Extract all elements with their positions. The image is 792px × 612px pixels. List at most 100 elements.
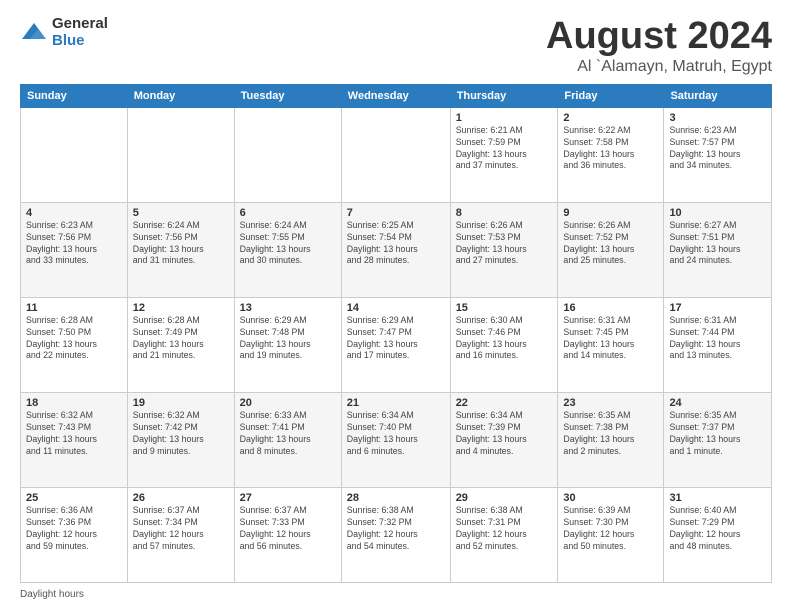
calendar-cell — [234, 107, 341, 202]
calendar-cell: 22Sunrise: 6:34 AMSunset: 7:39 PMDayligh… — [450, 392, 558, 487]
week-row-2: 4Sunrise: 6:23 AMSunset: 7:56 PMDaylight… — [21, 202, 772, 297]
day-number: 23 — [563, 397, 658, 409]
calendar-cell: 1Sunrise: 6:21 AMSunset: 7:59 PMDaylight… — [450, 107, 558, 202]
day-info: Sunrise: 6:37 AMSunset: 7:33 PMDaylight:… — [240, 505, 336, 553]
calendar-cell: 3Sunrise: 6:23 AMSunset: 7:57 PMDaylight… — [664, 107, 772, 202]
day-info: Sunrise: 6:37 AMSunset: 7:34 PMDaylight:… — [133, 505, 229, 553]
logo-text: General Blue — [52, 16, 108, 49]
calendar-cell: 4Sunrise: 6:23 AMSunset: 7:56 PMDaylight… — [21, 202, 128, 297]
calendar-cell: 9Sunrise: 6:26 AMSunset: 7:52 PMDaylight… — [558, 202, 664, 297]
day-info: Sunrise: 6:38 AMSunset: 7:32 PMDaylight:… — [347, 505, 445, 553]
logo-icon — [20, 19, 48, 47]
day-info: Sunrise: 6:24 AMSunset: 7:55 PMDaylight:… — [240, 220, 336, 268]
calendar-cell: 26Sunrise: 6:37 AMSunset: 7:34 PMDayligh… — [127, 487, 234, 582]
calendar-cell: 10Sunrise: 6:27 AMSunset: 7:51 PMDayligh… — [664, 202, 772, 297]
day-number: 29 — [456, 492, 553, 504]
day-info: Sunrise: 6:30 AMSunset: 7:46 PMDaylight:… — [456, 315, 553, 363]
day-info: Sunrise: 6:26 AMSunset: 7:53 PMDaylight:… — [456, 220, 553, 268]
day-info: Sunrise: 6:28 AMSunset: 7:49 PMDaylight:… — [133, 315, 229, 363]
header-tuesday: Tuesday — [234, 84, 341, 107]
day-info: Sunrise: 6:24 AMSunset: 7:56 PMDaylight:… — [133, 220, 229, 268]
logo-general-text: General — [52, 16, 108, 33]
day-info: Sunrise: 6:40 AMSunset: 7:29 PMDaylight:… — [669, 505, 766, 553]
calendar-cell — [127, 107, 234, 202]
day-number: 27 — [240, 492, 336, 504]
day-number: 9 — [563, 207, 658, 219]
day-info: Sunrise: 6:29 AMSunset: 7:47 PMDaylight:… — [347, 315, 445, 363]
day-info: Sunrise: 6:28 AMSunset: 7:50 PMDaylight:… — [26, 315, 122, 363]
day-number: 2 — [563, 112, 658, 124]
day-info: Sunrise: 6:21 AMSunset: 7:59 PMDaylight:… — [456, 125, 553, 173]
calendar-cell: 25Sunrise: 6:36 AMSunset: 7:36 PMDayligh… — [21, 487, 128, 582]
day-number: 11 — [26, 302, 122, 314]
calendar-cell: 24Sunrise: 6:35 AMSunset: 7:37 PMDayligh… — [664, 392, 772, 487]
logo-blue-text: Blue — [52, 33, 108, 50]
calendar-cell: 14Sunrise: 6:29 AMSunset: 7:47 PMDayligh… — [341, 297, 450, 392]
header-thursday: Thursday — [450, 84, 558, 107]
day-info: Sunrise: 6:39 AMSunset: 7:30 PMDaylight:… — [563, 505, 658, 553]
calendar-cell: 16Sunrise: 6:31 AMSunset: 7:45 PMDayligh… — [558, 297, 664, 392]
calendar-cell: 2Sunrise: 6:22 AMSunset: 7:58 PMDaylight… — [558, 107, 664, 202]
day-info: Sunrise: 6:27 AMSunset: 7:51 PMDaylight:… — [669, 220, 766, 268]
day-number: 21 — [347, 397, 445, 409]
calendar-cell: 17Sunrise: 6:31 AMSunset: 7:44 PMDayligh… — [664, 297, 772, 392]
day-info: Sunrise: 6:35 AMSunset: 7:38 PMDaylight:… — [563, 410, 658, 458]
header-friday: Friday — [558, 84, 664, 107]
day-info: Sunrise: 6:31 AMSunset: 7:45 PMDaylight:… — [563, 315, 658, 363]
calendar-cell: 19Sunrise: 6:32 AMSunset: 7:42 PMDayligh… — [127, 392, 234, 487]
footer-text: Daylight hours — [20, 589, 84, 600]
week-row-1: 1Sunrise: 6:21 AMSunset: 7:59 PMDaylight… — [21, 107, 772, 202]
day-info: Sunrise: 6:23 AMSunset: 7:57 PMDaylight:… — [669, 125, 766, 173]
calendar-cell: 15Sunrise: 6:30 AMSunset: 7:46 PMDayligh… — [450, 297, 558, 392]
day-info: Sunrise: 6:36 AMSunset: 7:36 PMDaylight:… — [26, 505, 122, 553]
header-wednesday: Wednesday — [341, 84, 450, 107]
header-saturday: Saturday — [664, 84, 772, 107]
calendar-cell: 21Sunrise: 6:34 AMSunset: 7:40 PMDayligh… — [341, 392, 450, 487]
calendar-header-row: SundayMondayTuesdayWednesdayThursdayFrid… — [21, 84, 772, 107]
calendar-cell: 23Sunrise: 6:35 AMSunset: 7:38 PMDayligh… — [558, 392, 664, 487]
calendar-cell: 31Sunrise: 6:40 AMSunset: 7:29 PMDayligh… — [664, 487, 772, 582]
day-number: 30 — [563, 492, 658, 504]
calendar-cell: 29Sunrise: 6:38 AMSunset: 7:31 PMDayligh… — [450, 487, 558, 582]
calendar-cell: 8Sunrise: 6:26 AMSunset: 7:53 PMDaylight… — [450, 202, 558, 297]
day-number: 16 — [563, 302, 658, 314]
header-monday: Monday — [127, 84, 234, 107]
calendar-table: SundayMondayTuesdayWednesdayThursdayFrid… — [20, 84, 772, 583]
day-info: Sunrise: 6:38 AMSunset: 7:31 PMDaylight:… — [456, 505, 553, 553]
day-number: 10 — [669, 207, 766, 219]
day-number: 8 — [456, 207, 553, 219]
calendar-cell: 18Sunrise: 6:32 AMSunset: 7:43 PMDayligh… — [21, 392, 128, 487]
day-info: Sunrise: 6:25 AMSunset: 7:54 PMDaylight:… — [347, 220, 445, 268]
day-number: 28 — [347, 492, 445, 504]
calendar-cell: 11Sunrise: 6:28 AMSunset: 7:50 PMDayligh… — [21, 297, 128, 392]
calendar-cell: 20Sunrise: 6:33 AMSunset: 7:41 PMDayligh… — [234, 392, 341, 487]
header-sunday: Sunday — [21, 84, 128, 107]
logo: General Blue — [20, 16, 108, 49]
week-row-5: 25Sunrise: 6:36 AMSunset: 7:36 PMDayligh… — [21, 487, 772, 582]
day-number: 17 — [669, 302, 766, 314]
location: Al `Alamayn, Matruh, Egypt — [546, 58, 772, 76]
calendar-cell: 28Sunrise: 6:38 AMSunset: 7:32 PMDayligh… — [341, 487, 450, 582]
calendar-cell: 5Sunrise: 6:24 AMSunset: 7:56 PMDaylight… — [127, 202, 234, 297]
calendar-cell: 7Sunrise: 6:25 AMSunset: 7:54 PMDaylight… — [341, 202, 450, 297]
day-number: 31 — [669, 492, 766, 504]
day-info: Sunrise: 6:32 AMSunset: 7:43 PMDaylight:… — [26, 410, 122, 458]
calendar-cell — [341, 107, 450, 202]
day-info: Sunrise: 6:23 AMSunset: 7:56 PMDaylight:… — [26, 220, 122, 268]
month-title: August 2024 — [546, 16, 772, 58]
day-number: 3 — [669, 112, 766, 124]
day-number: 18 — [26, 397, 122, 409]
day-number: 26 — [133, 492, 229, 504]
day-number: 1 — [456, 112, 553, 124]
day-info: Sunrise: 6:22 AMSunset: 7:58 PMDaylight:… — [563, 125, 658, 173]
day-info: Sunrise: 6:34 AMSunset: 7:40 PMDaylight:… — [347, 410, 445, 458]
day-number: 14 — [347, 302, 445, 314]
day-number: 12 — [133, 302, 229, 314]
week-row-4: 18Sunrise: 6:32 AMSunset: 7:43 PMDayligh… — [21, 392, 772, 487]
title-section: August 2024 Al `Alamayn, Matruh, Egypt — [546, 16, 772, 76]
day-info: Sunrise: 6:29 AMSunset: 7:48 PMDaylight:… — [240, 315, 336, 363]
day-number: 5 — [133, 207, 229, 219]
day-number: 4 — [26, 207, 122, 219]
day-info: Sunrise: 6:33 AMSunset: 7:41 PMDaylight:… — [240, 410, 336, 458]
day-number: 19 — [133, 397, 229, 409]
